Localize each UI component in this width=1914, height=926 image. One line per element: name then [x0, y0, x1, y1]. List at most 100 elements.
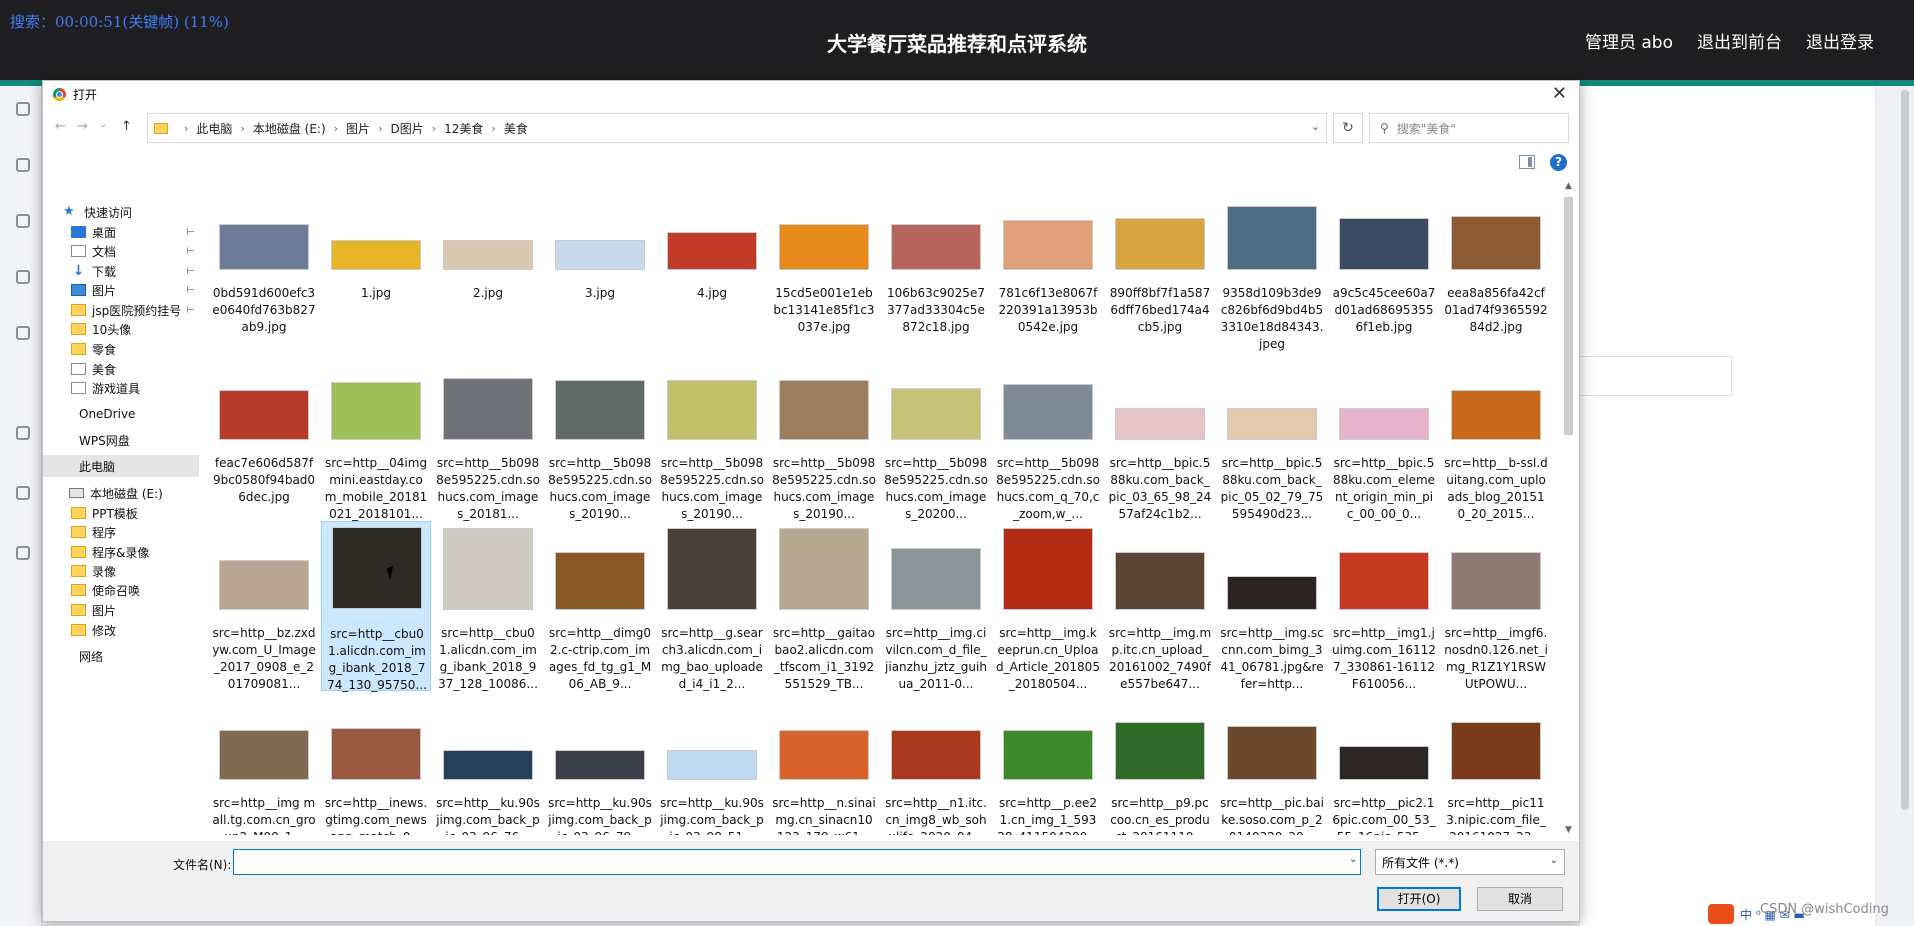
file-item[interactable]: src=http__ku.90sjimg.com_back_pic_03_96_…	[545, 691, 655, 835]
sidebar-item[interactable]: 网络	[43, 645, 199, 667]
sidebar-item[interactable]: 本地磁盘 (E:)	[43, 482, 199, 504]
filter-icon[interactable]	[16, 426, 30, 440]
file-item[interactable]: src=http__g.search3.alicdn.com_img_bao_u…	[657, 521, 767, 691]
file-item[interactable]: 4.jpg	[657, 181, 767, 351]
file-item[interactable]: src=http__bz.zxdyw.com_U_Image_2017_0908…	[209, 521, 319, 691]
file-item[interactable]: feac7e606d587f9bc0580f94bad06dec.jpg	[209, 351, 319, 521]
open-button[interactable]: 打开(O)	[1377, 887, 1461, 911]
exit-to-front-link[interactable]: 退出到前台	[1697, 28, 1782, 53]
file-item[interactable]: 9358d109b3de9c826bf6d9bd4b53310e18d84343…	[1217, 181, 1327, 351]
cancel-button[interactable]: 取消	[1477, 887, 1563, 911]
home-icon[interactable]	[16, 102, 30, 116]
breadcrumb-separator-icon[interactable]: ›	[491, 122, 495, 135]
refresh-button[interactable]: ↻	[1333, 113, 1363, 143]
sidebar-item[interactable]: 此电脑	[43, 455, 199, 477]
preview-pane-icon[interactable]	[1519, 155, 1535, 169]
page-scrollbar[interactable]	[1876, 86, 1914, 926]
file-item[interactable]: src=http__pic113.nipic.com_file_20161027…	[1441, 691, 1551, 835]
sidebar-item[interactable]: 图片	[43, 599, 199, 621]
file-item[interactable]: 2.jpg	[433, 181, 543, 351]
sogou-ime-icon[interactable]	[1708, 904, 1734, 924]
file-item[interactable]: src=http__img.mp.itc.cn_upload_20161002_…	[1105, 521, 1215, 691]
breadcrumb-item[interactable]: 12美食	[444, 120, 483, 137]
file-item[interactable]: a9c5c45cee60a7d01ad686953556f1eb.jpg	[1329, 181, 1439, 351]
file-item[interactable]: src=http__pic2.16pic.com_00_53_55_16pic_…	[1329, 691, 1439, 835]
breadcrumb-item[interactable]: D图片	[390, 120, 423, 137]
file-item[interactable]: src=http__inews.gtimg.com_newsapp_match_…	[321, 691, 431, 835]
user-icon[interactable]	[16, 158, 30, 172]
file-item[interactable]: src=http__n1.itc.cn_img8_wb_sohulife_202…	[881, 691, 991, 835]
file-item[interactable]: src=http__ku.90sjimg.com_back_pic_03_96_…	[433, 691, 543, 835]
scrollbar-thumb[interactable]	[1564, 197, 1573, 435]
sidebar-item[interactable]: 游戏道具	[43, 377, 199, 399]
tools-icon[interactable]	[16, 270, 30, 284]
search-box[interactable]: ⚲ 搜索"美食"	[1369, 113, 1569, 143]
user-icon[interactable]	[16, 214, 30, 228]
sidebar-item[interactable]: 使命召唤	[43, 579, 199, 601]
sidebar-item[interactable]: OneDrive	[43, 403, 199, 425]
file-item[interactable]: src=http__bpic.588ku.com_back_pic_03_65_…	[1105, 351, 1215, 521]
breadcrumb-item[interactable]: 图片	[346, 120, 370, 137]
sidebar-item[interactable]: 10头像	[43, 318, 199, 340]
filetype-select[interactable]: 所有文件 (*.*) ⌄	[1375, 849, 1565, 875]
close-button[interactable]: ✕	[1552, 83, 1567, 104]
file-item[interactable]: 781c6f13e8067f220391a13953b0542e.jpg	[993, 181, 1103, 351]
file-item[interactable]: src=http__b-ssl.duitang.com_uploads_blog…	[1441, 351, 1551, 521]
breadcrumb-item[interactable]: 本地磁盘 (E:)	[253, 120, 326, 137]
file-item[interactable]: 3.jpg	[545, 181, 655, 351]
sidebar-item[interactable]: 图片 ⊢	[43, 279, 199, 301]
breadcrumb-separator-icon[interactable]: ›	[432, 122, 436, 135]
file-item[interactable]: 15cd5e001e1ebbc13141e85f1c3037e.jpg	[769, 181, 879, 351]
file-item[interactable]: src=http__5b0988e595225.cdn.sohucs.com_i…	[881, 351, 991, 521]
scroll-down-icon[interactable]: ▼	[1560, 825, 1577, 835]
sidebar-item[interactable]: 修改	[43, 619, 199, 641]
breadcrumb-item[interactable]: 美食	[504, 120, 528, 137]
file-item[interactable]: src=http__img mall.tg.com.cn_group2_M00_…	[209, 691, 319, 835]
search-input[interactable]: 搜索"美食"	[1397, 120, 1456, 137]
forward-button[interactable]: →	[77, 119, 88, 134]
breadcrumb-separator-icon[interactable]: ›	[334, 122, 338, 135]
expand-icon[interactable]	[16, 486, 30, 500]
settings-icon[interactable]	[16, 326, 30, 340]
file-item[interactable]: src=http__pic.baike.soso.com_p_20140320_…	[1217, 691, 1327, 835]
file-item[interactable]: 106b63c9025e7377ad33304c5e872c18.jpg	[881, 181, 991, 351]
file-item[interactable]: src=http__5b0988e595225.cdn.sohucs.com_q…	[993, 351, 1103, 521]
file-item[interactable]: src=http__imgf6.nosdn0.126.net_img_R1Z1Y…	[1441, 521, 1551, 691]
file-item[interactable]: src=http__5b0988e595225.cdn.sohucs.com_i…	[545, 351, 655, 521]
file-item[interactable]: 890ff8bf7f1a5876dff76bed174a4cb5.jpg	[1105, 181, 1215, 351]
chevron-down-icon[interactable]: ⌄	[1311, 120, 1320, 133]
scroll-up-icon[interactable]: ▲	[1560, 181, 1577, 191]
sidebar-item[interactable]: 零食	[43, 338, 199, 360]
sidebar-item[interactable]: WPS网盘	[43, 429, 199, 451]
file-item[interactable]: src=http__5b0988e595225.cdn.sohucs.com_i…	[657, 351, 767, 521]
sidebar-item[interactable]: 文档 ⊢	[43, 240, 199, 262]
file-item[interactable]: src=http__img1.juimg.com_161127_330861-1…	[1329, 521, 1439, 691]
page-scrollbar-thumb[interactable]	[1901, 90, 1909, 810]
file-item[interactable]: 0bd591d600efc3e0640fd763b827ab9.jpg	[209, 181, 319, 351]
file-item[interactable]: eea8a856fa42cf01ad74f936559284d2.jpg	[1441, 181, 1551, 351]
file-item[interactable]: src=http__cbu01.alicdn.com_img_ibank_201…	[433, 521, 543, 691]
file-item[interactable]: src=http__04imgmini.eastday.com_mobile_2…	[321, 351, 431, 521]
file-item[interactable]: src=http__cbu01.alicdn.com_img_ibank_201…	[321, 521, 431, 692]
file-grid-scrollbar[interactable]: ▲ ▼	[1560, 181, 1577, 835]
file-item[interactable]: src=http__ku.90sjimg.com_back_pic_03_98_…	[657, 691, 767, 835]
file-item[interactable]: src=http__bpic.588ku.com_element_origin_…	[1329, 351, 1439, 521]
file-item[interactable]: src=http__dimg02.c-ctrip.com_images_fd_t…	[545, 521, 655, 691]
chevron-down-icon[interactable]: ⌄	[1349, 854, 1357, 865]
breadcrumb-separator-icon[interactable]: ›	[184, 122, 188, 135]
breadcrumb-separator-icon[interactable]: ›	[378, 122, 382, 135]
admin-user-label[interactable]: 管理员 abo	[1585, 28, 1673, 53]
file-item[interactable]: 1.jpg	[321, 181, 431, 351]
back-button[interactable]: ←	[55, 119, 66, 134]
file-item[interactable]: src=http__5b0988e595225.cdn.sohucs.com_i…	[433, 351, 543, 521]
file-item[interactable]: src=http__p.ee21.cn_img_1_59328_41150420…	[993, 691, 1103, 835]
address-bar[interactable]: › 此电脑 › 本地磁盘 (E:) › 图片 › D图片 › 12美食 › 美食 ⌄	[147, 113, 1327, 143]
file-item[interactable]: src=http__img.keeprun.cn_Upload_Article_…	[993, 521, 1103, 691]
sidebar-item[interactable]: ★ 快速访问	[43, 201, 199, 223]
file-item[interactable]: src=http__p9.pccoo.cn_es_product_2016111…	[1105, 691, 1215, 835]
up-button[interactable]: ↑	[121, 119, 132, 134]
filename-input[interactable]	[233, 849, 1361, 875]
recent-locations-button[interactable]: ⌄	[99, 119, 107, 130]
file-item[interactable]: src=http__img.sccnn.com_bimg_341_06781.j…	[1217, 521, 1327, 691]
file-item[interactable]: src=http__bpic.588ku.com_back_pic_05_02_…	[1217, 351, 1327, 521]
